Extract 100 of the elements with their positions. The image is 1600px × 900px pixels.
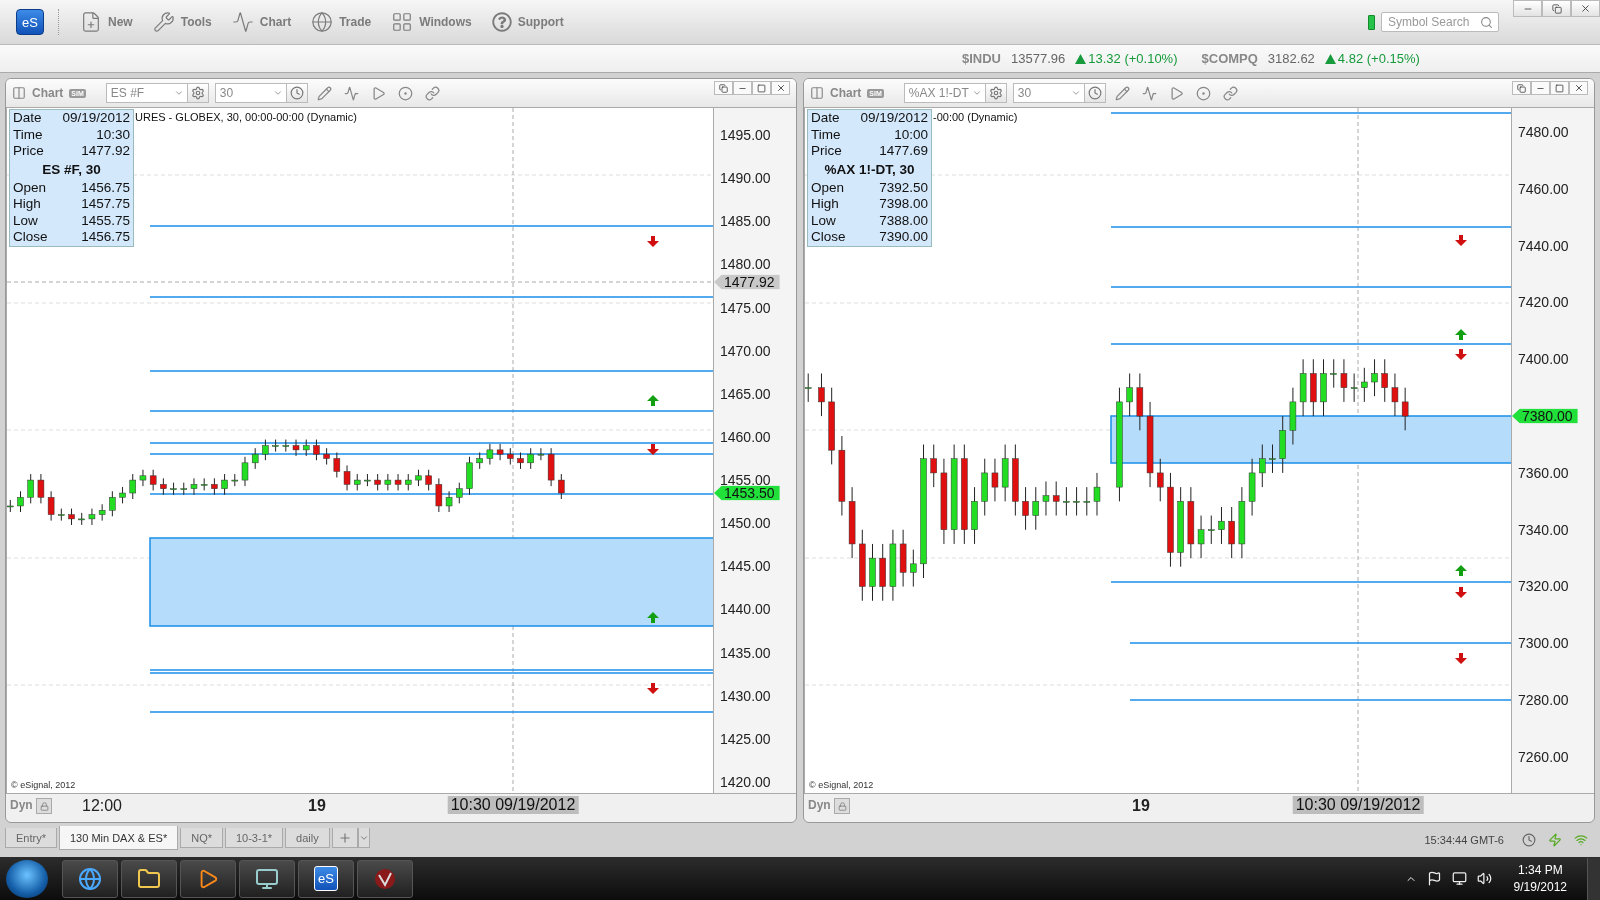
clock-time: 1:34 PM <box>1517 861 1563 879</box>
toolbar-button[interactable]: Windows <box>383 7 480 37</box>
axis-label: 7260.00 <box>1518 749 1569 764</box>
toolbar-button[interactable]: Tools <box>144 7 220 37</box>
axis-label: 7440.00 <box>1518 238 1569 253</box>
info-label: Time <box>811 126 841 143</box>
time-label: 12:00 <box>82 797 122 815</box>
axis-label: 1430.00 <box>720 688 771 703</box>
series-label: URES - GLOBEX, 30, 00:00-00:00 (Dynamic) <box>135 111 357 123</box>
info-label: Open <box>811 179 845 196</box>
ticker-symbol: $COMPQ <box>1201 51 1258 66</box>
axis-label: 1475.00 <box>720 300 771 315</box>
axis-label: 1425.00 <box>720 731 771 746</box>
price-marker: 1453.50 <box>714 485 780 501</box>
info-value: 1457.75 <box>81 196 130 213</box>
axis-label: 1440.00 <box>720 602 771 617</box>
info-value: 10:00 <box>894 126 928 143</box>
axis-label: 7360.00 <box>1518 465 1569 480</box>
info-value: 1477.92 <box>81 143 130 160</box>
layout-tab[interactable]: daily <box>285 828 330 848</box>
axis-label: 7420.00 <box>1518 295 1569 310</box>
layout-tab[interactable]: NQ* <box>180 828 223 848</box>
axis-label: 1460.00 <box>720 429 771 444</box>
interval-dropdown[interactable]: 30 <box>214 83 287 103</box>
symbol-dropdown[interactable]: %AX 1!-DT <box>903 83 986 103</box>
ticker-symbol: $INDU <box>962 51 1001 66</box>
info-label: Low <box>811 212 836 229</box>
axis-label: 7480.00 <box>1518 125 1569 139</box>
symbol-dropdown[interactable]: ES #F <box>105 83 188 103</box>
info-value: 7388.00 <box>879 212 928 229</box>
info-heading: %AX 1!-DT, 30 <box>823 160 916 179</box>
app-logo[interactable]: eS <box>16 9 44 35</box>
info-value: 09/19/2012 <box>860 110 928 127</box>
toolbar-button[interactable]: New <box>72 7 141 37</box>
copyright-text: © eSignal, 2012 <box>11 780 76 790</box>
axis-label: 1495.00 <box>720 128 771 142</box>
toolbar-button[interactable]: Chart <box>223 7 300 37</box>
ticker-change: 4.82 (+0.15%) <box>1337 51 1420 66</box>
axis-label: 7280.00 <box>1518 693 1569 707</box>
layout-tab[interactable]: 10-3-1* <box>224 828 284 848</box>
axis-label: 7300.00 <box>1518 636 1569 651</box>
info-label: Date <box>811 110 840 127</box>
info-value: 10:30 <box>96 126 130 143</box>
info-label: Price <box>811 143 842 160</box>
info-label: Close <box>811 229 846 246</box>
price-marker: 7380.00 <box>1512 408 1578 424</box>
series-label: -00:00 (Dynamic) <box>933 111 1018 123</box>
info-value: 1456.75 <box>81 179 130 196</box>
dyn-label: Dyn <box>10 798 33 812</box>
dyn-label: Dyn <box>808 798 831 812</box>
price-marker: 1477.92 <box>714 274 780 290</box>
ticker-price: 3182.62 <box>1267 51 1315 66</box>
axis-label: 1445.00 <box>720 559 771 574</box>
info-label: Date <box>13 110 42 127</box>
clock-date: 9/19/2012 <box>1513 878 1567 896</box>
axis-label: 1465.00 <box>720 386 771 401</box>
info-value: 7398.00 <box>879 196 928 213</box>
info-value: 1455.75 <box>81 212 130 229</box>
axis-label: 7400.00 <box>1518 352 1569 367</box>
cursor-time-label: 10:30 09/19/2012 <box>447 796 579 814</box>
symbol-search-field[interactable]: Symbol Search <box>1381 12 1499 32</box>
axis-label: 1455.00 <box>720 473 771 488</box>
axis-label: 1490.00 <box>720 171 771 186</box>
info-label: Close <box>13 229 48 246</box>
chart-title: Chart <box>830 86 862 100</box>
info-label: High <box>13 196 41 213</box>
layout-tab[interactable]: 130 Min DAX & ES* <box>58 826 179 850</box>
toolbar-button[interactable]: Trade <box>303 7 380 37</box>
info-label: Open <box>13 179 47 196</box>
interval-dropdown[interactable]: 30 <box>1012 83 1085 103</box>
app-logo: eS <box>314 866 338 891</box>
toolbar-button[interactable]: Support <box>483 8 572 36</box>
ticker-change: 13.32 (+0.10%) <box>1088 51 1178 66</box>
info-label: Low <box>13 212 38 229</box>
time-label: 19 <box>1132 797 1150 815</box>
axis-label: 1420.00 <box>720 774 771 789</box>
axis-label: 7320.00 <box>1518 579 1569 594</box>
info-value: 7390.00 <box>879 229 928 246</box>
info-heading: ES #F, 30 <box>41 160 102 179</box>
status-time: 15:34:44 GMT-6 <box>1424 834 1504 846</box>
info-value: 7392.50 <box>879 179 928 196</box>
info-label: High <box>811 196 839 213</box>
axis-label: 1435.00 <box>720 645 771 660</box>
info-value: 09/19/2012 <box>62 110 130 127</box>
axis-label: 7340.00 <box>1518 522 1569 537</box>
axis-label: 1470.00 <box>720 343 771 358</box>
axis-label: 1450.00 <box>720 516 771 531</box>
info-label: Price <box>13 143 44 160</box>
taskbar-clock[interactable]: 1:34 PM 9/19/2012 <box>1513 861 1567 896</box>
layout-tab[interactable]: Entry* <box>5 828 57 848</box>
chart-title: Chart <box>32 86 64 100</box>
axis-label: 1480.00 <box>720 257 771 272</box>
info-label: Time <box>13 126 43 143</box>
axis-label: 7460.00 <box>1518 181 1569 196</box>
taskbar-app-button[interactable]: eS <box>298 859 354 898</box>
cursor-time-label: 10:30 09/19/2012 <box>1292 796 1424 814</box>
info-value: 1477.69 <box>879 143 928 160</box>
ticker-price: 13577.96 <box>1011 51 1066 66</box>
axis-label: 1485.00 <box>720 214 771 229</box>
info-value: 1456.75 <box>81 229 130 246</box>
